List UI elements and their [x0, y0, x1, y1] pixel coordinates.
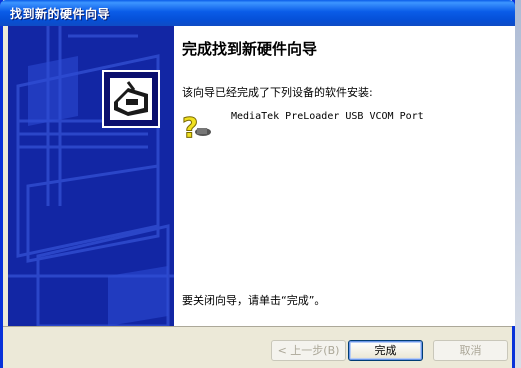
device-list-item: ? MediaTek PreLoader USB VCOM Port — [182, 108, 502, 145]
svg-text:?: ? — [182, 111, 198, 144]
wizard-side-banner — [8, 26, 174, 326]
desktop: 找到新的硬件向导 完成找到新硬件向导 该向导已经完成了下列设备的软件安装: ? … — [0, 0, 521, 368]
background-window-edge — [515, 0, 521, 368]
finish-button[interactable]: 完成 — [348, 340, 423, 361]
hardware-icon — [102, 70, 160, 128]
button-bar: < 上一步(B) 完成 取消 — [3, 326, 512, 368]
back-button[interactable]: < 上一步(B) — [271, 340, 346, 361]
intro-text: 该向导已经完成了下列设备的软件安装: — [182, 86, 373, 99]
closing-instruction: 要关闭向导，请单击“完成”。 — [182, 294, 326, 307]
cancel-button[interactable]: 取消 — [433, 340, 508, 361]
title-bar[interactable]: 找到新的硬件向导 — [0, 0, 515, 26]
page-title: 完成找到新硬件向导 — [182, 40, 318, 58]
found-new-hardware-wizard-window: 找到新的硬件向导 完成找到新硬件向导 该向导已经完成了下列设备的软件安装: ? … — [0, 0, 515, 368]
window-title: 找到新的硬件向导 — [10, 7, 111, 21]
unknown-device-question-icon: ? — [182, 110, 212, 145]
wizard-content-panel: 完成找到新硬件向导 该向导已经完成了下列设备的软件安装: ? MediaTek … — [174, 26, 515, 326]
device-name: MediaTek PreLoader USB VCOM Port — [231, 111, 424, 122]
